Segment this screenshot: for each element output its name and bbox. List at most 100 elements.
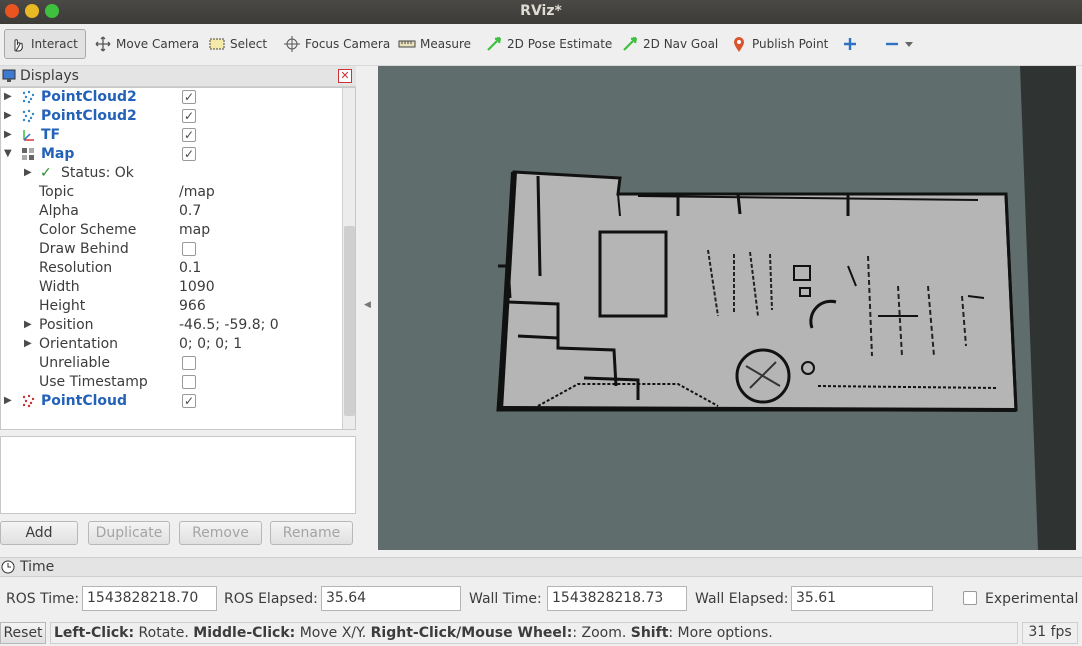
scrollbar-thumb[interactable] bbox=[344, 226, 355, 416]
use-timestamp-checkbox[interactable] bbox=[182, 375, 196, 389]
prop-label: Resolution bbox=[39, 260, 113, 276]
prop-value: -46.5; -59.8; 0 bbox=[179, 317, 279, 333]
monitor-icon bbox=[2, 69, 16, 82]
wall-time-label: Wall Time: bbox=[469, 591, 542, 607]
enabled-checkbox[interactable]: ✓ bbox=[182, 147, 196, 161]
display-item-map[interactable]: ▼ Map ✓ bbox=[1, 145, 342, 164]
tool-publish-point-label: Publish Point bbox=[752, 37, 829, 51]
prop-value[interactable]: map bbox=[179, 222, 210, 238]
close-icon[interactable]: ✕ bbox=[338, 69, 352, 83]
prop-row-draw-behind[interactable]: Draw Behind bbox=[1, 240, 342, 259]
wall-elapsed-field[interactable]: 35.61 bbox=[791, 586, 933, 611]
splitter-handle-icon[interactable]: ◀ bbox=[364, 300, 371, 310]
hint-key: Shift bbox=[630, 625, 669, 641]
tool-interact-label: Interact bbox=[31, 37, 78, 51]
prop-row-width[interactable]: Width 1090 bbox=[1, 278, 342, 297]
prop-label: Topic bbox=[39, 184, 75, 200]
remove-tool-button[interactable] bbox=[880, 29, 922, 59]
tool-focus-camera[interactable]: Focus Camera bbox=[279, 29, 394, 59]
select-rect-icon bbox=[209, 38, 225, 50]
tool-move-camera[interactable]: Move Camera bbox=[90, 29, 203, 59]
displays-panel-header: Displays ✕ bbox=[0, 66, 356, 87]
green-arrow-icon bbox=[487, 36, 502, 51]
pointcloud-icon bbox=[22, 394, 35, 408]
expand-arrow-icon[interactable]: ▶ bbox=[24, 338, 32, 349]
experimental-checkbox[interactable] bbox=[963, 591, 977, 605]
mouse-hint: Left-Click: Rotate. Middle-Click: Move X… bbox=[50, 622, 1018, 644]
chevron-down-icon bbox=[905, 42, 913, 47]
displays-scrollbar[interactable] bbox=[342, 88, 355, 429]
prop-row-topic[interactable]: Topic /map bbox=[1, 183, 342, 202]
display-item-pointcloud[interactable]: ▶ PointCloud ✓ bbox=[1, 392, 342, 411]
pointcloud-icon bbox=[22, 109, 35, 123]
prop-row-color-scheme[interactable]: Color Scheme map bbox=[1, 221, 342, 240]
expand-arrow-icon[interactable]: ▶ bbox=[24, 167, 32, 178]
enabled-checkbox[interactable]: ✓ bbox=[182, 90, 196, 104]
experimental-label: Experimental bbox=[985, 591, 1079, 607]
enabled-checkbox[interactable]: ✓ bbox=[182, 394, 196, 408]
prop-row-use-timestamp[interactable]: Use Timestamp bbox=[1, 373, 342, 392]
add-tool-button[interactable] bbox=[838, 29, 866, 59]
tool-interact[interactable]: Interact bbox=[4, 29, 86, 59]
prop-label: Orientation bbox=[39, 336, 119, 352]
prop-row-height[interactable]: Height 966 bbox=[1, 297, 342, 316]
display-item-label: PointCloud2 bbox=[41, 108, 137, 124]
toolbar: Interact Move Camera Select Focus Camera… bbox=[0, 24, 1082, 66]
collapse-arrow-icon[interactable]: ▼ bbox=[4, 148, 12, 159]
hint-text: : Zoom. bbox=[572, 625, 631, 641]
remove-display-button[interactable]: Remove bbox=[179, 521, 262, 545]
expand-arrow-icon[interactable]: ▶ bbox=[24, 319, 32, 330]
move-arrows-icon bbox=[95, 36, 111, 52]
tool-2d-pose-estimate[interactable]: 2D Pose Estimate bbox=[481, 29, 616, 59]
ros-elapsed-field[interactable]: 35.64 bbox=[321, 586, 461, 611]
tool-publish-point[interactable]: Publish Point bbox=[726, 29, 832, 59]
ros-time-field[interactable]: 1543828218.70 bbox=[82, 586, 217, 611]
prop-row-resolution[interactable]: Resolution 0.1 bbox=[1, 259, 342, 278]
prop-value[interactable]: /map bbox=[179, 184, 215, 200]
display-item-pointcloud2[interactable]: ▶ PointCloud2 ✓ bbox=[1, 107, 342, 126]
draw-behind-checkbox[interactable] bbox=[182, 242, 196, 256]
add-display-button[interactable]: Add bbox=[0, 521, 78, 545]
prop-value: 1090 bbox=[179, 279, 215, 295]
prop-value[interactable]: 0.7 bbox=[179, 203, 201, 219]
tool-select[interactable]: Select bbox=[204, 29, 271, 59]
display-item-tf[interactable]: ▶ TF ✓ bbox=[1, 126, 342, 145]
wall-time-field[interactable]: 1543828218.73 bbox=[547, 586, 687, 611]
status-bar: Reset Left-Click: Rotate. Middle-Click: … bbox=[0, 620, 1082, 646]
tool-2d-nav-goal[interactable]: 2D Nav Goal bbox=[617, 29, 722, 59]
map-status-row[interactable]: ▶ ✓ Status: Ok bbox=[1, 164, 342, 183]
prop-label: Draw Behind bbox=[39, 241, 129, 257]
prop-row-position[interactable]: ▶ Position -46.5; -59.8; 0 bbox=[1, 316, 342, 335]
reset-button[interactable]: Reset bbox=[0, 622, 46, 644]
duplicate-display-button[interactable]: Duplicate bbox=[88, 521, 170, 545]
prop-row-unreliable[interactable]: Unreliable bbox=[1, 354, 342, 373]
prop-label: Height bbox=[39, 298, 86, 314]
display-item-pointcloud2[interactable]: ▶ PointCloud2 ✓ bbox=[1, 88, 342, 107]
prop-row-orientation[interactable]: ▶ Orientation 0; 0; 0; 1 bbox=[1, 335, 342, 354]
plus-icon bbox=[844, 38, 856, 50]
enabled-checkbox[interactable]: ✓ bbox=[182, 109, 196, 123]
expand-arrow-icon[interactable]: ▶ bbox=[4, 129, 12, 140]
ros-elapsed-label: ROS Elapsed: bbox=[224, 591, 318, 607]
map-pin-icon bbox=[734, 37, 744, 52]
render-viewport[interactable] bbox=[378, 66, 1076, 550]
axes-icon bbox=[23, 130, 34, 141]
expand-arrow-icon[interactable]: ▶ bbox=[4, 110, 12, 121]
expand-arrow-icon[interactable]: ▶ bbox=[4, 91, 12, 102]
prop-label: Position bbox=[39, 317, 94, 333]
prop-value: 0.1 bbox=[179, 260, 202, 276]
enabled-checkbox[interactable]: ✓ bbox=[182, 128, 196, 142]
tool-select-label: Select bbox=[230, 37, 268, 51]
prop-label: Unreliable bbox=[39, 355, 110, 371]
grid-map-icon bbox=[22, 148, 34, 160]
expand-arrow-icon[interactable]: ▶ bbox=[4, 395, 12, 406]
rename-display-button[interactable]: Rename bbox=[270, 521, 353, 545]
tool-measure[interactable]: Measure bbox=[394, 29, 475, 59]
rviz-window: RViz* Interact Move Camera Select Focus … bbox=[0, 0, 1082, 646]
ruler-icon bbox=[398, 40, 416, 48]
tool-move-camera-label: Move Camera bbox=[116, 37, 200, 51]
crosshair-icon bbox=[284, 36, 300, 52]
prop-row-alpha[interactable]: Alpha 0.7 bbox=[1, 202, 342, 221]
displays-tree: ▶ PointCloud2 ✓ ▶ PointCloud2 ✓ ▶ TF ✓ ▼… bbox=[0, 87, 356, 430]
unreliable-checkbox[interactable] bbox=[182, 356, 196, 370]
